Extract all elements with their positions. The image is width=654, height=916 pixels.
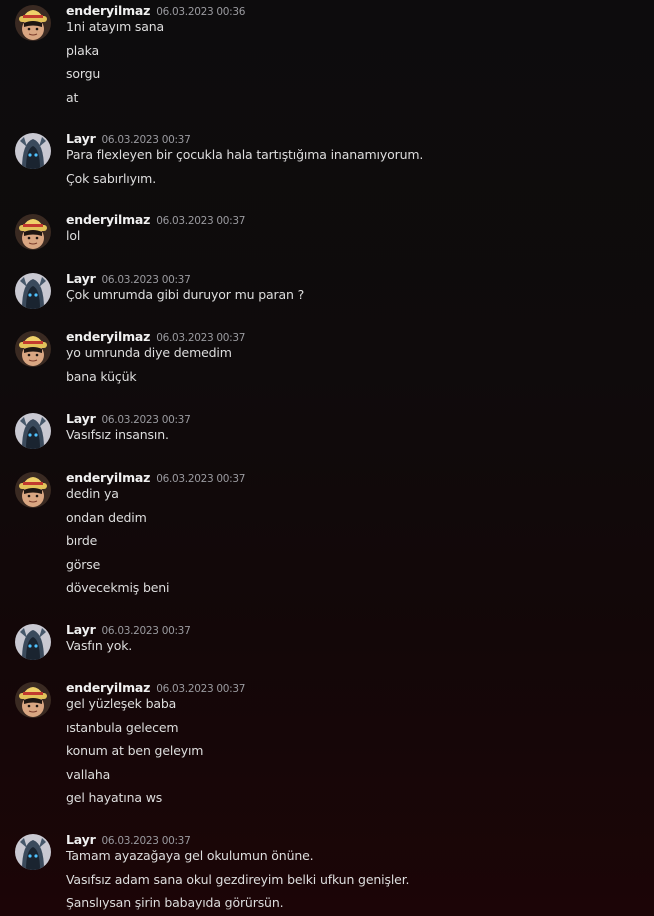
message-text: dövecekmiş beni	[66, 580, 170, 595]
message-text: gel yüzleşek baba	[66, 696, 177, 711]
straw-hat-avatar-icon[interactable]	[15, 214, 51, 250]
message-group: enderyilmaz 06.03.2023 00:37 lol	[0, 209, 654, 256]
straw-hat-avatar-icon[interactable]	[15, 682, 51, 718]
message-text: dedin ya	[66, 486, 119, 501]
message-text: plaka	[66, 42, 99, 58]
username[interactable]: Layr	[66, 131, 96, 146]
timestamp: 06.03.2023 00:36	[156, 6, 246, 18]
timestamp: 06.03.2023 00:37	[101, 625, 191, 637]
timestamp: 06.03.2023 00:37	[156, 473, 246, 485]
timestamp: 06.03.2023 00:37	[101, 414, 191, 426]
message-text: lol	[66, 228, 81, 243]
message-group: Layr 06.03.2023 00:37 Vasıfsız insansın.	[0, 408, 654, 455]
message-text: at	[66, 89, 79, 105]
message-header: Layr 06.03.2023 00:37	[66, 128, 191, 146]
message-text: 1ni atayım sana	[66, 19, 165, 34]
message-text: Tamam ayazağaya gel okulumun önüne.	[66, 848, 314, 863]
username[interactable]: enderyilmaz	[66, 212, 150, 227]
message-header: enderyilmaz 06.03.2023 00:37	[66, 677, 245, 695]
username[interactable]: Layr	[66, 622, 96, 637]
message-header: enderyilmaz 06.03.2023 00:37	[66, 467, 245, 485]
message-header: enderyilmaz 06.03.2023 00:37	[66, 209, 245, 227]
message-group: enderyilmaz 06.03.2023 00:37 gel yüzleşek …	[0, 677, 654, 818]
hooded-figure-avatar-icon[interactable]	[15, 624, 51, 660]
message-text: konum at ben geleyım	[66, 743, 204, 758]
chat-message-list: enderyilmaz 06.03.2023 00:36 1ni atayım sa…	[0, 0, 654, 916]
message-group: enderyilmaz 06.03.2023 00:37 yo umrunda di…	[0, 326, 654, 396]
username[interactable]: enderyilmaz	[66, 680, 150, 695]
message-group: Layr 06.03.2023 00:37 Para flexleyen bir ç…	[0, 128, 654, 198]
timestamp: 06.03.2023 00:37	[156, 215, 246, 227]
straw-hat-avatar-icon[interactable]	[15, 472, 51, 508]
message-group: enderyilmaz 06.03.2023 00:37 dedin ya ondan…	[0, 467, 654, 608]
message-header: Layr 06.03.2023 00:37	[66, 268, 191, 286]
message-text: Çok umrumda gibi duruyor mu paran ?	[66, 287, 305, 302]
message-text: görse	[66, 556, 101, 572]
hooded-figure-avatar-icon[interactable]	[15, 413, 51, 449]
message-text: Vasfın yok.	[66, 638, 133, 653]
username[interactable]: enderyilmaz	[66, 470, 150, 485]
message-text: vallaha	[66, 766, 111, 782]
username[interactable]: enderyilmaz	[66, 329, 150, 344]
message-header: enderyilmaz 06.03.2023 00:36	[66, 0, 245, 18]
message-text: yo umrunda diye demedim	[66, 345, 232, 360]
message-text: ondan dedim	[66, 509, 147, 525]
message-text: sorgu	[66, 66, 101, 81]
message-text: ıstanbula gelecem	[66, 719, 179, 735]
message-group: Layr 06.03.2023 00:37 Çok umrumda gibi dur…	[0, 268, 654, 315]
timestamp: 06.03.2023 00:37	[156, 332, 246, 344]
message-text: Vasıfsız insansın.	[66, 427, 169, 442]
timestamp: 06.03.2023 00:37	[156, 683, 246, 695]
message-text: Para flexleyen bir çocukla hala tartıştı…	[66, 147, 424, 162]
hooded-figure-avatar-icon[interactable]	[15, 273, 51, 309]
message-header: Layr 06.03.2023 00:37	[66, 408, 191, 426]
timestamp: 06.03.2023 00:37	[101, 134, 191, 146]
timestamp: 06.03.2023 00:37	[101, 274, 191, 286]
message-header: Layr 06.03.2023 00:37	[66, 619, 191, 637]
message-header: Layr 06.03.2023 00:37	[66, 829, 191, 847]
message-text: Çok sabırlıyım.	[66, 170, 157, 186]
hooded-figure-avatar-icon[interactable]	[15, 834, 51, 870]
straw-hat-avatar-icon[interactable]	[15, 331, 51, 367]
message-header: enderyilmaz 06.03.2023 00:37	[66, 326, 245, 344]
username[interactable]: Layr	[66, 271, 96, 286]
straw-hat-avatar-icon[interactable]	[15, 5, 51, 41]
message-text: bırde	[66, 533, 98, 548]
hooded-figure-avatar-icon[interactable]	[15, 133, 51, 169]
message-text: Vasıfsız adam sana okul gezdireyim belki…	[66, 871, 410, 887]
message-group: Layr 06.03.2023 00:37 Vasfın yok.	[0, 619, 654, 666]
message-text: bana küçük	[66, 368, 137, 384]
username[interactable]: enderyilmaz	[66, 3, 150, 18]
username[interactable]: Layr	[66, 832, 96, 847]
message-text: gel hayatına ws	[66, 790, 163, 805]
message-group: enderyilmaz 06.03.2023 00:36 1ni atayım sa…	[0, 0, 654, 117]
username[interactable]: Layr	[66, 411, 96, 426]
timestamp: 06.03.2023 00:37	[101, 835, 191, 847]
message-group: Layr 06.03.2023 00:37 Tamam ayazağaya gel …	[0, 829, 654, 916]
bottom-fade	[0, 906, 654, 916]
